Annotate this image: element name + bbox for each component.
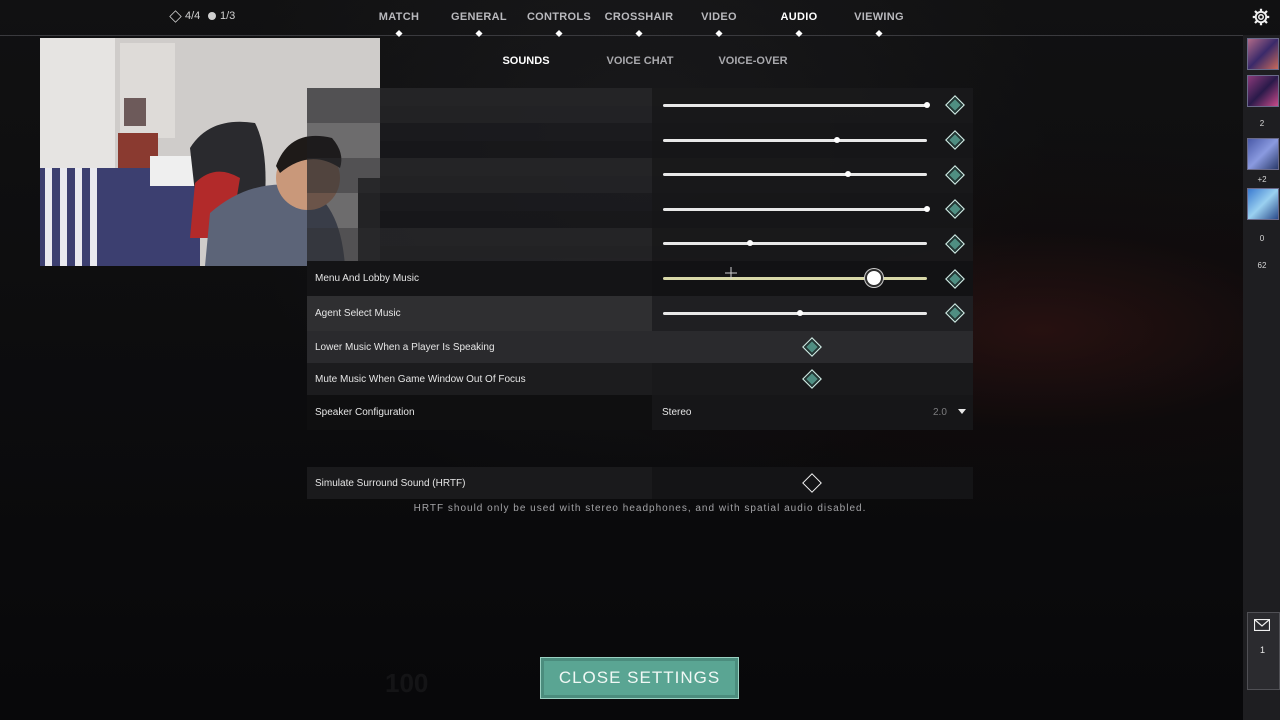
circle-icon xyxy=(208,12,216,20)
subtab-voice-chat[interactable]: VOICE CHAT xyxy=(606,55,673,67)
party-member-avatar[interactable] xyxy=(1247,38,1279,70)
cursor-crosshair-icon xyxy=(725,267,737,279)
mail-icon xyxy=(1254,619,1270,631)
tab-crosshair[interactable]: CROSSHAIR xyxy=(605,11,674,23)
mute-music-out-of-focus-row: Mute Music When Game Window Out Of Focus xyxy=(307,363,973,395)
tab-match[interactable]: MATCH xyxy=(379,11,419,23)
speaker-configuration-dropdown[interactable] xyxy=(652,395,973,430)
volume-slider-track[interactable] xyxy=(663,208,927,211)
speaker-configuration-row: Speaker Configuration xyxy=(307,395,973,430)
lower-music-when-speaking-row: Lower Music When a Player Is Speaking xyxy=(307,331,973,363)
volume-slider-track[interactable] xyxy=(663,104,927,107)
rank-diamond-icon xyxy=(169,9,182,23)
dropdown-caret-icon[interactable] xyxy=(958,409,966,414)
speaker-configuration-value: Stereo xyxy=(662,407,692,418)
hrtf-note: HRTF should only be used with stereo hea… xyxy=(413,503,867,514)
party-member-avatar[interactable] xyxy=(1247,138,1279,170)
status-counter-left: 4/4 xyxy=(169,9,200,23)
background-faint-text: 100 xyxy=(385,668,429,698)
subtab-sounds[interactable]: SOUNDS xyxy=(502,55,549,67)
party-count: 2 xyxy=(1259,119,1265,128)
slider-handle[interactable] xyxy=(924,206,930,212)
tab-viewing[interactable]: VIEWING xyxy=(854,11,904,23)
slider-handle[interactable] xyxy=(844,171,851,177)
mail-count: 1 xyxy=(1259,645,1265,655)
slider-handle[interactable] xyxy=(747,240,754,246)
speaker-channels-value: 2.0 xyxy=(933,407,947,418)
subtab-voice-over[interactable]: VOICE-OVER xyxy=(718,55,787,67)
simulate-surround-sound-row: Simulate Surround Sound (HRTF) xyxy=(307,467,973,499)
slider-handle[interactable] xyxy=(797,310,804,316)
party-member-avatar[interactable] xyxy=(1247,188,1279,220)
status-counter-right: 1/3 xyxy=(208,10,235,22)
slider-handle-active[interactable] xyxy=(865,269,884,287)
party-member-avatar[interactable] xyxy=(1247,75,1279,107)
volume-slider-track[interactable] xyxy=(663,242,927,245)
tab-audio[interactable]: AUDIO xyxy=(781,11,818,23)
agent-select-music-slider-track[interactable] xyxy=(663,312,927,315)
settings-gear-icon[interactable] xyxy=(1252,8,1270,26)
party-count: +2 xyxy=(1257,175,1267,184)
slider-handle[interactable] xyxy=(924,102,930,108)
party-count: 0 xyxy=(1259,234,1265,243)
menu-lobby-music-slider-track[interactable] xyxy=(663,277,927,280)
volume-slider-track[interactable] xyxy=(663,139,927,142)
slider-handle[interactable] xyxy=(834,137,841,143)
tab-video[interactable]: VIDEO xyxy=(701,11,737,23)
volume-slider-track[interactable] xyxy=(663,173,927,176)
close-settings-button[interactable]: CLOSE SETTINGS xyxy=(540,657,739,699)
tab-controls[interactable]: CONTROLS xyxy=(527,11,591,23)
tab-general[interactable]: GENERAL xyxy=(451,11,507,23)
party-count: 62 xyxy=(1257,261,1267,270)
